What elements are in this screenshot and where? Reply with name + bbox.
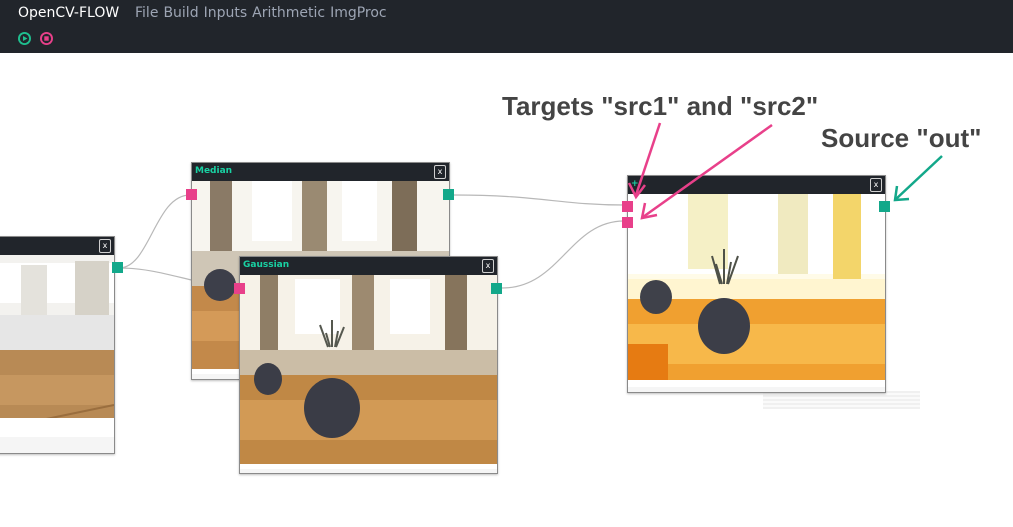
play-icon: [18, 32, 31, 45]
menu-build[interactable]: Build: [163, 5, 198, 21]
arrow-to-out: [895, 155, 943, 200]
source-annotation: Source "out": [821, 123, 982, 153]
arrow-to-src1: [634, 122, 662, 196]
menu-file[interactable]: File: [135, 5, 158, 21]
app-top-bar: OpenCV-FLOW File Build Inputs Arithmetic…: [0, 0, 1013, 53]
menu-inputs[interactable]: Inputs: [204, 5, 248, 21]
stop-icon: [40, 32, 53, 45]
targets-annotation: Targets "src1" and "src2": [502, 91, 819, 121]
menu-bar: File Build Inputs Arithmetic ImgProc: [135, 5, 392, 21]
stop-button[interactable]: [40, 32, 53, 45]
menu-arithmetic[interactable]: Arithmetic: [252, 5, 325, 21]
arrow-to-src2: [642, 123, 773, 219]
run-button[interactable]: [18, 32, 31, 45]
node-canvas[interactable]: x Median x Gaussian x + x Targets "src1"…: [0, 53, 1013, 527]
app-title: OpenCV-FLOW: [18, 5, 120, 21]
menu-imgproc[interactable]: ImgProc: [330, 5, 387, 21]
